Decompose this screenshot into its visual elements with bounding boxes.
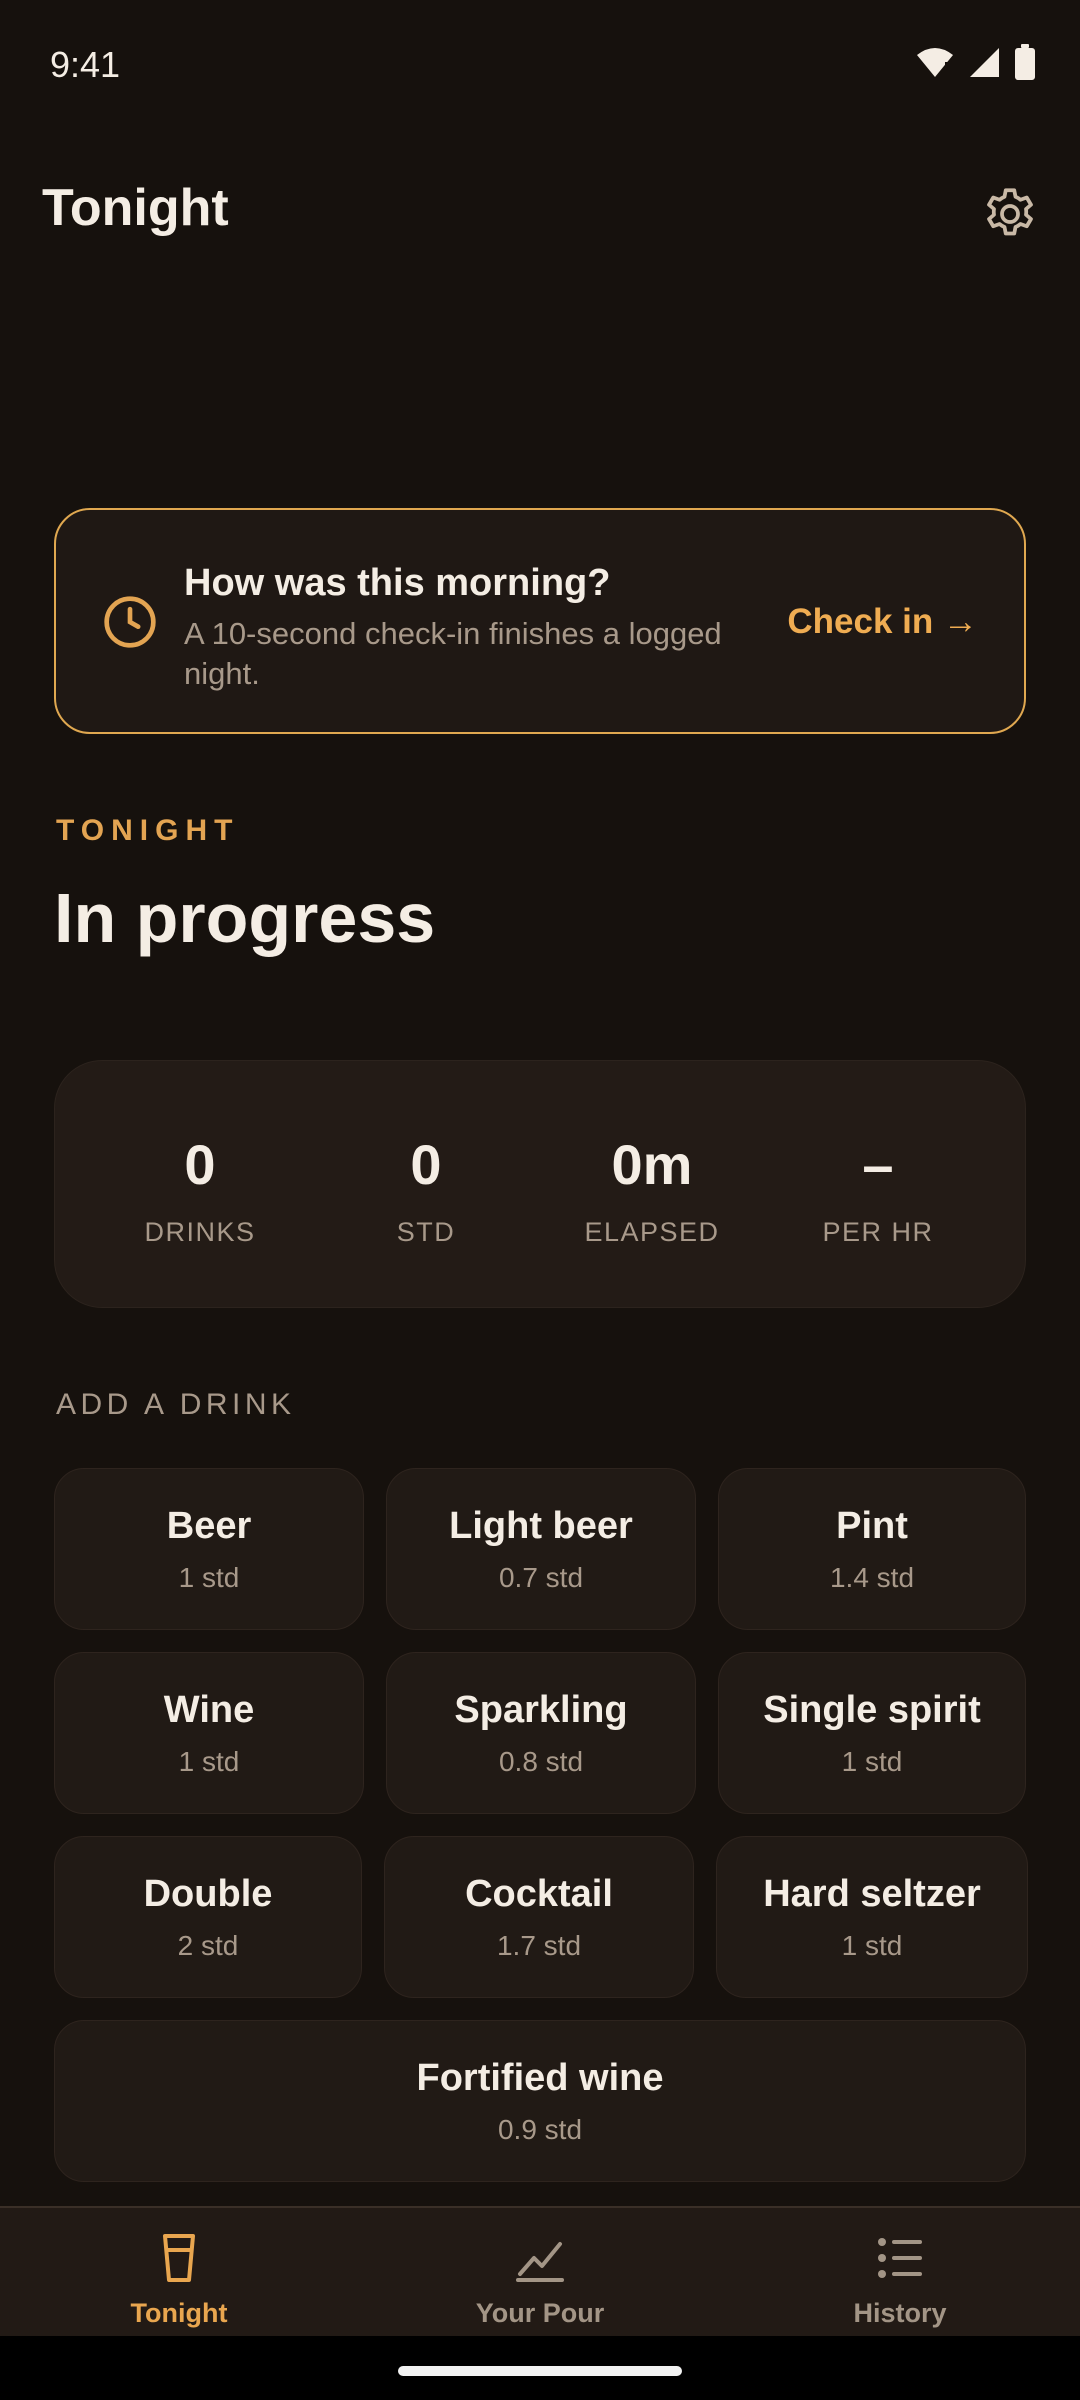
drink-name: Double (143, 1872, 273, 1915)
drink-name: Sparkling (454, 1688, 628, 1731)
drink-name: Hard seltzer (763, 1872, 981, 1915)
drink-std: 1 std (841, 1745, 903, 1777)
checkin-title: How was this morning? (184, 562, 611, 604)
stat-value: 0 (410, 1133, 442, 1196)
drink-name: Single spirit (763, 1688, 981, 1731)
drink-std: 1.4 std (829, 1561, 915, 1593)
drink-button-double[interactable]: Double 2 std (54, 1836, 362, 1998)
page-title: Tonight (42, 179, 229, 237)
stat-value: 0 (184, 1133, 216, 1196)
status-bar: 9:41 (0, 0, 1080, 130)
nav-tab-tonight[interactable]: Tonight (49, 2232, 309, 2329)
status-time: 9:41 (50, 44, 121, 85)
stat-value: 0m (611, 1133, 693, 1196)
drink-name: Fortified wine (416, 2056, 664, 2099)
gesture-area (0, 2336, 1080, 2400)
drink-name: Wine (163, 1688, 255, 1731)
drink-std: 2 std (177, 1929, 239, 1961)
stats-card: 0 DRINKS 0 STD 0m ELAPSED – PER HR (54, 1060, 1026, 1308)
chart-line-icon (516, 2242, 564, 2282)
stat-std: 0 STD (313, 1131, 539, 1248)
drink-button-cocktail[interactable]: Cocktail 1.7 std (384, 1836, 694, 1998)
drink-button-wine[interactable]: Wine 1 std (54, 1652, 364, 1814)
session-status: In progress (54, 879, 436, 957)
glass-icon (163, 2234, 195, 2282)
drink-button-single-spirit[interactable]: Single spirit 1 std (718, 1652, 1026, 1814)
drink-name: Light beer (449, 1504, 633, 1547)
drink-std: 0.9 std (497, 2113, 583, 2145)
drink-button-beer[interactable]: Beer 1 std (54, 1468, 364, 1630)
drink-std: 1 std (178, 1745, 240, 1777)
battery-icon (1015, 44, 1035, 80)
stat-drinks: 0 DRINKS (87, 1131, 313, 1248)
drink-button-fortified-wine[interactable]: Fortified wine 0.9 std (54, 2020, 1026, 2182)
nav-tab-your-pour[interactable]: Your Pour (410, 2232, 670, 2329)
drink-button-pint[interactable]: Pint 1.4 std (718, 1468, 1026, 1630)
drink-std: 1 std (178, 1561, 240, 1593)
drink-name: Pint (836, 1504, 908, 1547)
checkin-button[interactable]: Check in → (787, 602, 978, 642)
stat-value: – (862, 1133, 894, 1196)
clock-icon (104, 596, 156, 648)
nav-tab-history[interactable]: History (770, 2232, 1030, 2329)
drink-name: Beer (166, 1504, 252, 1547)
screen: 9:41 Tonight How was this morning? A 10-… (0, 0, 1080, 2400)
add-drink-label: ADD A DRINK (56, 1388, 296, 1421)
drink-button-sparkling[interactable]: Sparkling 0.8 std (386, 1652, 696, 1814)
bottom-nav: Tonight Your Pour History (0, 2206, 1080, 2336)
stat-label: STD (396, 1217, 456, 1247)
stat-per-hr: – PER HR (765, 1131, 991, 1248)
drink-name: Cocktail (465, 1872, 613, 1915)
checkin-banner[interactable]: How was this morning? A 10-second check-… (54, 508, 1026, 734)
stat-label: ELAPSED (584, 1217, 720, 1247)
section-eyebrow: TONIGHT (56, 814, 240, 847)
status-icons (916, 44, 1036, 80)
home-gesture-bar[interactable] (398, 2366, 682, 2376)
drink-std: 0.8 std (498, 1745, 584, 1777)
list-icon (878, 2238, 922, 2278)
nav-label: Your Pour (475, 2298, 605, 2328)
stat-label: DRINKS (144, 1217, 256, 1247)
signal-icon (970, 48, 999, 77)
nav-label: Tonight (130, 2298, 228, 2328)
gear-icon (987, 188, 1033, 236)
wifi-icon (917, 48, 953, 78)
settings-button[interactable] (976, 180, 1044, 248)
drink-std: 1.7 std (496, 1929, 582, 1961)
stat-label: PER HR (822, 1217, 934, 1247)
nav-label: History (853, 2298, 947, 2328)
checkin-subtitle: A 10-second check-in finishes a logged n… (184, 616, 722, 691)
drink-button-hard-seltzer[interactable]: Hard seltzer 1 std (716, 1836, 1028, 1998)
drink-button-light-beer[interactable]: Light beer 0.7 std (386, 1468, 696, 1630)
drink-std: 1 std (841, 1929, 903, 1961)
stat-elapsed: 0m ELAPSED (539, 1131, 765, 1248)
drink-std: 0.7 std (498, 1561, 584, 1593)
